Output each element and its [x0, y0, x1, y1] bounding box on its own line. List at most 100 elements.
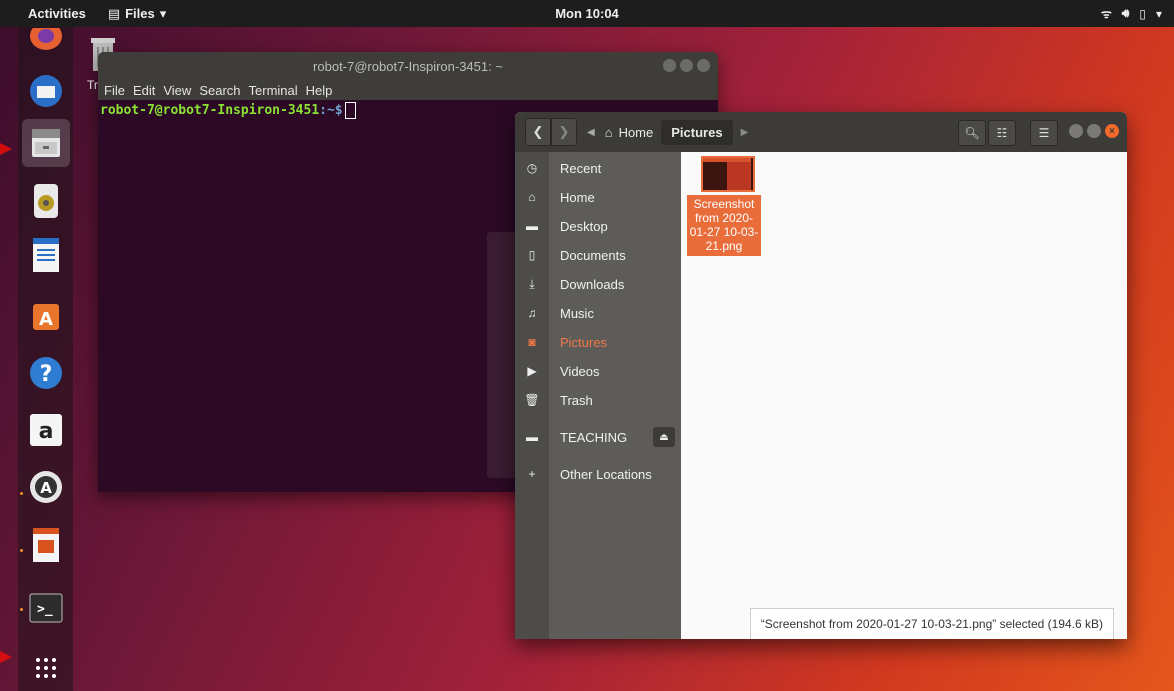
- firefox-launcher[interactable]: [26, 21, 66, 61]
- sidebar-item-downloads[interactable]: ⤓ Downloads: [515, 271, 681, 297]
- rhythmbox-launcher[interactable]: [26, 181, 66, 221]
- running-indicator: [20, 492, 23, 495]
- wifi-icon: ᯤ: [1100, 7, 1112, 21]
- app-menu-files[interactable]: ▤ Files ▾: [108, 6, 166, 22]
- chevron-right-icon: ❯: [558, 124, 570, 139]
- chevron-down-icon: ▾: [159, 5, 167, 21]
- file-name-line: 01-27 10-03-: [689, 225, 759, 239]
- amazon-icon: a: [30, 414, 62, 446]
- clock-icon: ◷: [526, 161, 538, 175]
- file-item-screenshot[interactable]: Screenshot from 2020- 01-27 10-03- 21.pn…: [687, 156, 761, 256]
- svg-text:?: ?: [40, 362, 53, 387]
- breadcrumb-current[interactable]: Pictures: [661, 119, 733, 145]
- menu-help[interactable]: Help: [306, 83, 333, 98]
- battery-icon: ▯: [1139, 6, 1146, 21]
- top-bar: Activities ▤ Files ▾ Mon 10:04 ᯤ 🔊︎ ▯ ▾: [0, 0, 1174, 27]
- file-name-label: Screenshot from 2020- 01-27 10-03- 21.pn…: [687, 195, 761, 256]
- close-button[interactable]: ×: [1105, 124, 1119, 138]
- sidebar-item-teaching[interactable]: ▬ TEACHING ⏏: [515, 424, 681, 450]
- video-icon: ▶: [527, 364, 537, 378]
- sidebar-item-label: Pictures: [560, 334, 607, 350]
- view-toggle-button[interactable]: ☷: [988, 120, 1016, 146]
- red-arrow-marker: [0, 651, 12, 663]
- grid-view-icon: ☷: [996, 126, 1008, 140]
- svg-text:>_: >_: [37, 602, 53, 617]
- impress-launcher[interactable]: [26, 525, 66, 565]
- running-indicator: [20, 608, 23, 611]
- activities-button[interactable]: Activities: [28, 6, 86, 21]
- sidebar-item-documents[interactable]: ▯ Documents: [515, 242, 681, 268]
- sidebar-item-label: Videos: [560, 363, 600, 379]
- writer-launcher[interactable]: [26, 235, 66, 275]
- terminal-titlebar[interactable]: robot-7@robot7-Inspiron-3451: ~: [98, 52, 718, 80]
- menu-button[interactable]: ☰: [1030, 120, 1058, 146]
- files-headerbar[interactable]: ❮ ❯ ◀ ⌂ Home Pictures ▶ 🔍︎ ☷ ☰ ×: [515, 112, 1127, 152]
- amazon-launcher[interactable]: a: [26, 410, 66, 450]
- thunderbird-launcher[interactable]: [26, 71, 66, 111]
- music-icon: ♫: [527, 306, 537, 320]
- terminal-launcher[interactable]: >_: [26, 588, 66, 628]
- minimize-button[interactable]: [663, 59, 676, 72]
- breadcrumb-home[interactable]: ⌂ Home: [605, 125, 654, 140]
- dock: A ? a A >_: [18, 27, 73, 691]
- drive-icon: ▬: [526, 430, 538, 444]
- forward-button[interactable]: ❯: [551, 118, 577, 146]
- menu-file[interactable]: File: [104, 83, 125, 98]
- menu-edit[interactable]: Edit: [133, 83, 155, 98]
- chevron-left-icon: ❮: [532, 124, 544, 139]
- show-applications-button[interactable]: [26, 648, 66, 688]
- sidebar-item-home[interactable]: ⌂ Home: [515, 184, 681, 210]
- software-launcher[interactable]: A: [26, 294, 66, 334]
- file-name-line: from 2020-: [694, 211, 754, 225]
- help-launcher[interactable]: ?: [26, 353, 66, 393]
- files-window[interactable]: ❮ ❯ ◀ ⌂ Home Pictures ▶ 🔍︎ ☷ ☰ × ◷ Recent…: [515, 112, 1127, 639]
- camera-icon: ◙: [528, 335, 536, 349]
- back-button[interactable]: ❮: [525, 118, 551, 146]
- speaker-icon: [34, 184, 58, 218]
- menu-terminal[interactable]: Terminal: [249, 83, 298, 98]
- sidebar-item-label: Recent: [560, 160, 602, 176]
- menu-search[interactable]: Search: [199, 83, 240, 98]
- system-tray[interactable]: ᯤ 🔊︎ ▯ ▾: [1101, 5, 1162, 22]
- home-icon: ⌂: [528, 190, 536, 204]
- maximize-button[interactable]: [1087, 124, 1101, 138]
- folder-icon: ▬: [526, 219, 538, 233]
- sidebar-item-pictures[interactable]: ◙ Pictures: [515, 329, 681, 355]
- sidebar-item-label: Desktop: [560, 218, 608, 234]
- minimize-button[interactable]: [1069, 124, 1083, 138]
- breadcrumb-scroll-left[interactable]: ◀: [587, 127, 595, 138]
- shopping-bag-icon: A: [33, 304, 59, 330]
- terminal-icon: >_: [29, 593, 63, 623]
- menu-view[interactable]: View: [163, 83, 191, 98]
- desktop-trash-label[interactable]: Tr: [87, 78, 98, 92]
- sidebar-item-other-locations[interactable]: + Other Locations: [515, 461, 681, 487]
- places-sidebar: ◷ Recent ⌂ Home ▬ Desktop ▯ Documents ⤓ Downl…: [515, 152, 681, 639]
- sidebar-item-label: Documents: [560, 247, 626, 263]
- prompt-user: robot-7@robot7-Inspiron-3451: [100, 103, 320, 118]
- sidebar-item-label: Home: [560, 189, 595, 205]
- terminal-title: robot-7@robot7-Inspiron-3451: ~: [313, 58, 503, 74]
- sidebar-item-trash[interactable]: 🗑︎ Trash: [515, 387, 681, 413]
- text-cursor: [344, 102, 356, 119]
- maximize-button[interactable]: [680, 59, 693, 72]
- search-button[interactable]: 🔍︎: [958, 120, 986, 146]
- sidebar-item-music[interactable]: ♫ Music: [515, 300, 681, 326]
- sidebar-item-recent[interactable]: ◷ Recent: [515, 155, 681, 181]
- close-button[interactable]: [697, 59, 710, 72]
- search-icon: 🔍︎: [964, 126, 980, 140]
- help-icon: ?: [30, 357, 62, 389]
- sidebar-item-desktop[interactable]: ▬ Desktop: [515, 213, 681, 239]
- software-updater-launcher[interactable]: A: [26, 467, 66, 507]
- file-view[interactable]: Screenshot from 2020- 01-27 10-03- 21.pn…: [681, 152, 1127, 639]
- files-launcher[interactable]: [22, 119, 70, 167]
- eject-button[interactable]: ⏏: [653, 427, 675, 447]
- trash-icon: 🗑︎: [524, 393, 540, 407]
- thunderbird-icon: [30, 75, 62, 107]
- app-menu-label: Files: [125, 6, 155, 21]
- document-writer-icon: [33, 238, 59, 272]
- home-icon: ⌂: [604, 124, 613, 140]
- updater-icon: A: [30, 471, 62, 503]
- clock[interactable]: Mon 10:04: [555, 6, 619, 21]
- sidebar-item-videos[interactable]: ▶ Videos: [515, 358, 681, 384]
- breadcrumb-scroll-right[interactable]: ▶: [741, 127, 749, 138]
